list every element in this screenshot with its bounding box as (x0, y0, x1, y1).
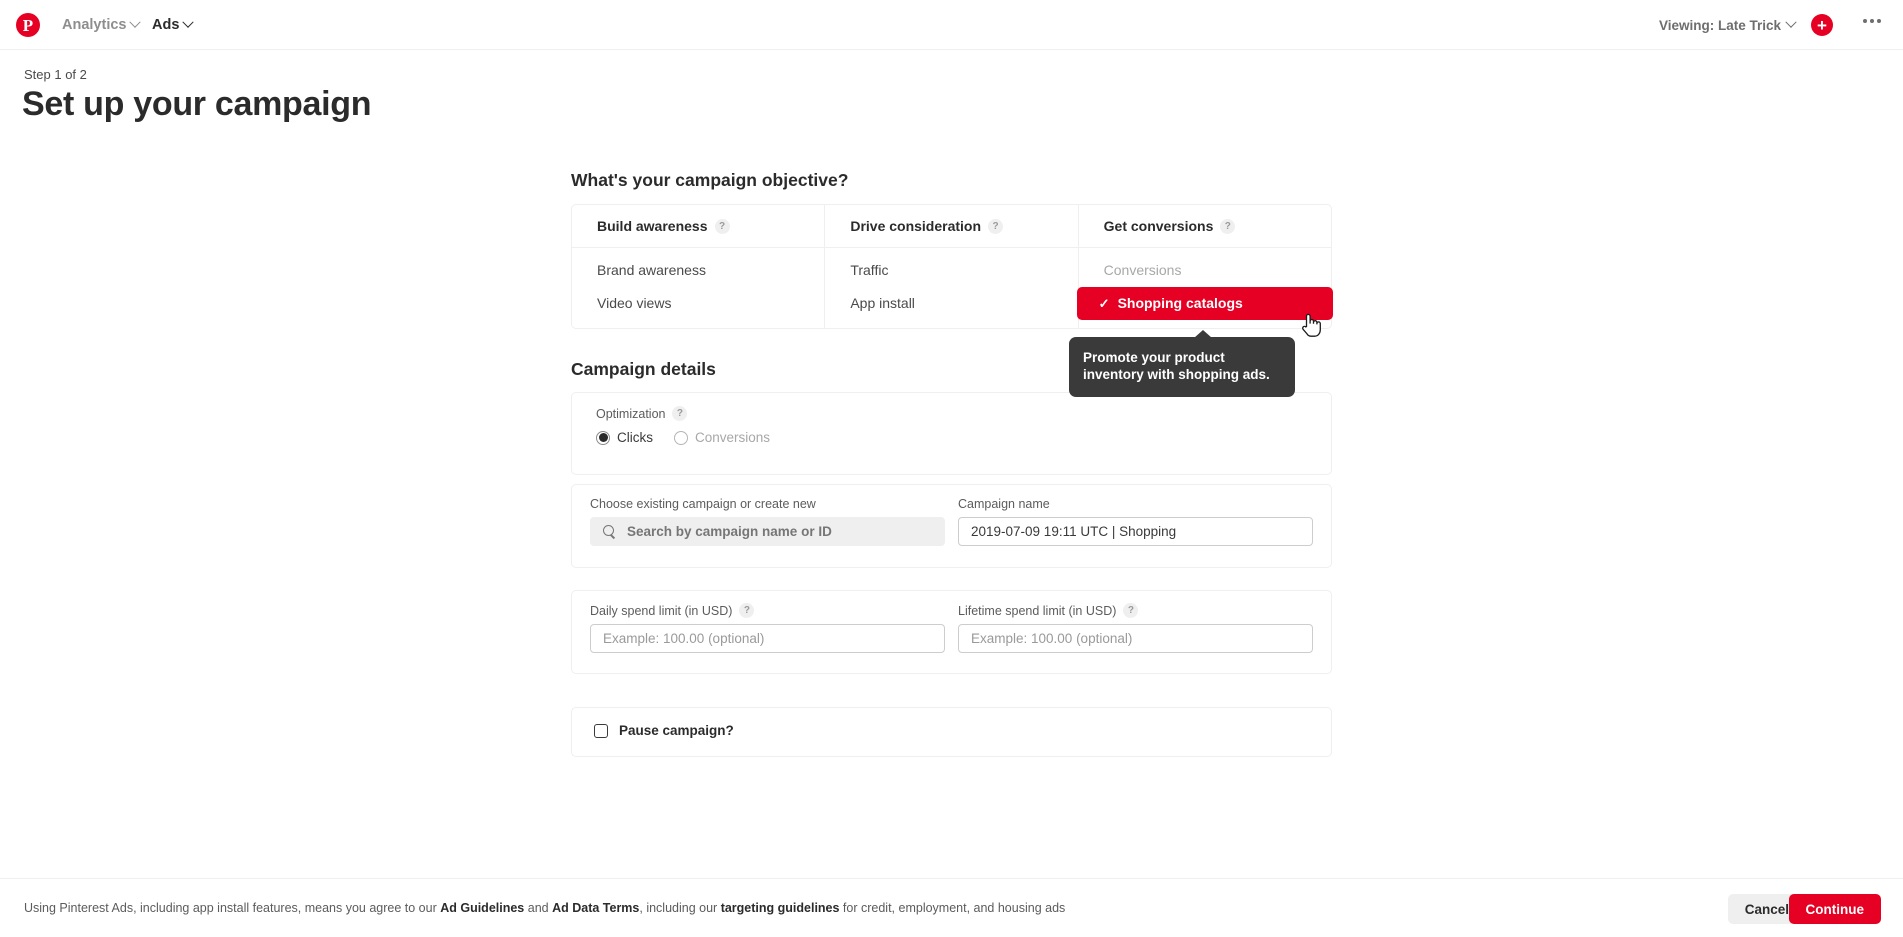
objective-column-header: Get conversions ? (1078, 205, 1331, 248)
help-icon[interactable]: ? (714, 218, 730, 234)
objective-option-shopping-catalogs-label: Shopping catalogs (1117, 295, 1243, 311)
legal-text-part-3: , including our (639, 901, 721, 915)
objective-column-get-conversions: Get conversions ? Conversions ✓ Shopping… (1076, 205, 1333, 328)
legal-text-part-1: Using Pinterest Ads, including app insta… (24, 901, 441, 915)
daily-spend-label-row: Daily spend limit (in USD) ? (590, 603, 945, 618)
objective-option-list: Traffic App install (825, 248, 1077, 328)
campaign-name-input[interactable]: 2019-07-09 19:11 UTC | Shopping (958, 517, 1313, 546)
plus-icon: + (1817, 15, 1827, 35)
objective-column-header-label: Get conversions (1103, 218, 1214, 234)
objective-tooltip: Promote your product inventory with shop… (1069, 330, 1295, 397)
tooltip-text: Promote your product inventory with shop… (1083, 350, 1270, 383)
spend-limits-panel: Daily spend limit (in USD) ? Example: 10… (571, 590, 1332, 674)
more-options-button[interactable] (1863, 19, 1881, 23)
chevron-down-icon (1785, 16, 1797, 28)
help-icon[interactable]: ? (1123, 603, 1139, 618)
campaign-name-field-group: Campaign name 2019-07-09 19:11 UTC | Sho… (958, 497, 1313, 546)
objective-column-header-label: Drive consideration (850, 218, 982, 234)
create-new-button[interactable]: + (1811, 14, 1833, 36)
continue-button[interactable]: Continue (1788, 894, 1881, 924)
radio-clicks[interactable] (596, 430, 610, 445)
campaign-objective-table: Build awareness ? Brand awareness Video … (571, 204, 1333, 329)
lifetime-spend-label-row: Lifetime spend limit (in USD) ? (958, 603, 1313, 618)
link-targeting-guidelines[interactable]: targeting guidelines (721, 901, 840, 915)
checkmark-icon: ✓ (1098, 296, 1110, 311)
tooltip-arrow (1194, 330, 1212, 338)
step-indicator: Step 1 of 2 (24, 67, 87, 82)
campaign-details-heading: Campaign details (571, 359, 716, 379)
optimization-radio-group: Clicks Conversions (596, 430, 784, 445)
existing-campaign-field-group: Choose existing campaign or create new S… (590, 497, 945, 546)
link-ad-guidelines[interactable]: Ad Guidelines (440, 901, 524, 915)
pause-campaign-label: Pause campaign? (619, 723, 734, 738)
nav-item-analytics[interactable]: Analytics (62, 0, 142, 50)
help-icon[interactable]: ? (739, 603, 755, 618)
pause-campaign-row[interactable]: Pause campaign? (594, 723, 734, 738)
objective-option-list: Brand awareness Video views (572, 248, 824, 328)
footer-bar: Using Pinterest Ads, including app insta… (0, 878, 1903, 937)
nav-item-ads[interactable]: Ads (152, 0, 195, 50)
pause-campaign-checkbox[interactable] (594, 723, 608, 738)
campaign-name-label: Campaign name (958, 497, 1050, 511)
objective-option-traffic[interactable]: Traffic (825, 254, 1077, 287)
objective-option-conversions[interactable]: Conversions (1079, 254, 1331, 287)
objective-option-list: Conversions ✓ Shopping catalogs (1076, 248, 1333, 328)
objective-column-header: Drive consideration ? (825, 205, 1078, 248)
objective-option-shopping-catalogs[interactable]: ✓ Shopping catalogs (1076, 287, 1333, 320)
help-icon[interactable]: ? (1220, 218, 1236, 234)
pinterest-logo-icon[interactable]: P (16, 13, 40, 37)
account-switcher[interactable]: Viewing: Late Trick (1658, 0, 1797, 50)
campaign-name-panel: Choose existing campaign or create new S… (571, 484, 1332, 568)
page-title: Set up your campaign (22, 85, 372, 123)
top-navigation-bar: P Analytics Ads Viewing: Late Trick + (0, 0, 1903, 50)
campaign-search-placeholder: Search by campaign name or ID (627, 524, 832, 539)
nav-analytics-label: Analytics (62, 17, 127, 33)
account-switcher-label: Viewing: Late Trick (1658, 17, 1781, 33)
campaign-search-input[interactable]: Search by campaign name or ID (590, 517, 945, 546)
objective-column-build-awareness: Build awareness ? Brand awareness Video … (572, 205, 826, 328)
objective-column-header: Build awareness ? (572, 205, 825, 248)
lifetime-spend-input[interactable]: Example: 100.00 (optional) (958, 624, 1313, 653)
pinterest-logo-glyph: P (22, 15, 34, 35)
pause-campaign-panel: Pause campaign? (571, 707, 1332, 757)
lifetime-spend-label: Lifetime spend limit (in USD) (958, 603, 1117, 618)
search-icon (603, 525, 616, 538)
help-icon[interactable]: ? (988, 218, 1004, 234)
ellipsis-icon-dot (1877, 19, 1881, 23)
optimization-label-row: Optimization ? (596, 406, 688, 421)
legal-disclaimer: Using Pinterest Ads, including app insta… (24, 901, 1065, 915)
optimization-panel: Optimization ? Clicks Conversions (571, 392, 1332, 475)
objective-option-video-views[interactable]: Video views (572, 287, 824, 320)
daily-spend-input[interactable]: Example: 100.00 (optional) (590, 624, 945, 653)
objective-column-drive-consideration: Drive consideration ? Traffic App instal… (825, 205, 1079, 328)
objective-section-heading: What's your campaign objective? (571, 170, 849, 190)
legal-text-part-4: for credit, employment, and housing ads (839, 901, 1066, 915)
ellipsis-icon-dot (1870, 19, 1874, 23)
ellipsis-icon-dot (1863, 19, 1867, 23)
daily-spend-field-group: Daily spend limit (in USD) ? Example: 10… (590, 603, 945, 653)
objective-column-header-label: Build awareness (597, 218, 708, 234)
chevron-down-icon (182, 16, 195, 28)
objective-option-app-install[interactable]: App install (825, 287, 1077, 320)
radio-conversions[interactable] (674, 430, 688, 445)
link-ad-data-terms[interactable]: Ad Data Terms (552, 901, 639, 915)
nav-ads-label: Ads (152, 17, 180, 33)
help-icon[interactable]: ? (672, 406, 688, 421)
radio-clicks-label: Clicks (617, 430, 653, 445)
radio-conversions-label: Conversions (695, 430, 771, 445)
existing-campaign-label: Choose existing campaign or create new (590, 497, 816, 511)
objective-option-brand-awareness[interactable]: Brand awareness (572, 254, 824, 287)
chevron-down-icon (129, 16, 142, 28)
legal-text-part-2: and (524, 901, 553, 915)
optimization-label: Optimization (596, 406, 666, 421)
lifetime-spend-field-group: Lifetime spend limit (in USD) ? Example:… (958, 603, 1313, 653)
daily-spend-label: Daily spend limit (in USD) (590, 603, 733, 618)
